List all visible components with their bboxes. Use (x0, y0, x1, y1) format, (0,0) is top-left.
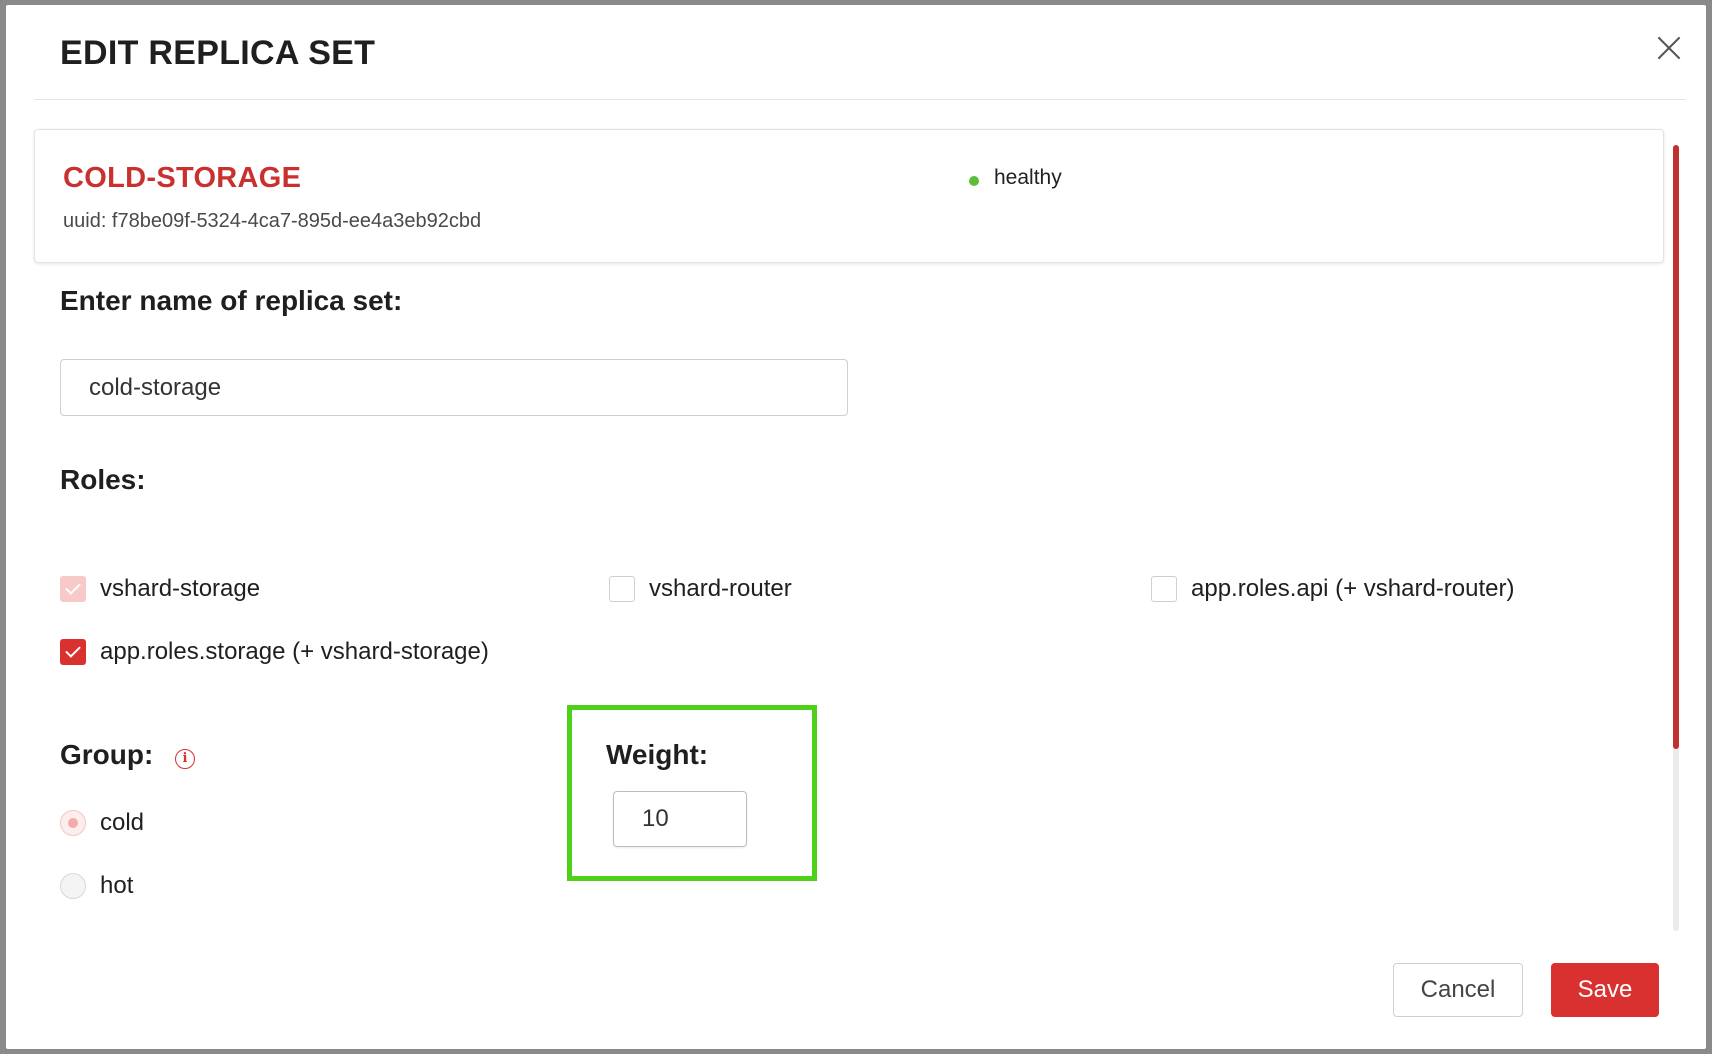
info-icon[interactable]: i (175, 749, 195, 769)
replicaset-name-input[interactable] (60, 359, 848, 416)
cancel-button[interactable]: Cancel (1393, 963, 1523, 1017)
checkbox[interactable] (60, 576, 86, 602)
save-button[interactable]: Save (1551, 963, 1659, 1017)
role-app-roles-api[interactable]: app.roles.api (+ vshard-router) (1151, 575, 1514, 603)
checkbox[interactable] (1151, 576, 1177, 602)
group-option-label: hot (100, 872, 134, 899)
group-label: Group: (60, 739, 154, 770)
role-label: vshard-router (649, 575, 792, 602)
role-vshard-storage[interactable]: vshard-storage (60, 575, 260, 603)
header-divider (34, 99, 1686, 100)
group-option-cold[interactable]: cold (60, 809, 144, 837)
checkbox[interactable] (60, 639, 86, 665)
checkbox[interactable] (609, 576, 635, 602)
close-icon[interactable] (1652, 31, 1686, 65)
role-label: vshard-storage (100, 575, 261, 602)
modal-title: EDIT REPLICA SET (60, 34, 376, 72)
replicaset-uuid: uuid: f78be09f-5324-4ca7-895d-ee4a3eb92c… (63, 210, 482, 232)
role-label: app.roles.api (+ vshard-router) (1191, 575, 1515, 602)
radio-button[interactable] (60, 873, 86, 899)
roles-label: Roles: (60, 464, 146, 495)
weight-label: Weight: (606, 739, 709, 770)
role-label: app.roles.storage (+ vshard-storage) (100, 638, 489, 665)
role-vshard-router[interactable]: vshard-router (609, 575, 792, 603)
role-app-roles-storage[interactable]: app.roles.storage (+ vshard-storage) (60, 638, 489, 666)
group-option-label: cold (100, 809, 145, 836)
group-option-hot[interactable]: hot (60, 872, 133, 900)
weight-input[interactable] (613, 791, 747, 847)
status-text: healthy (994, 166, 1062, 189)
radio-button[interactable] (60, 810, 86, 836)
name-field-label: Enter name of replica set: (60, 285, 403, 316)
edit-replica-set-dialog: EDIT REPLICA SET COLD-STORAGE uuid: f78b… (6, 5, 1706, 1049)
scrollbar-thumb[interactable] (1673, 145, 1679, 749)
status-dot-icon (969, 176, 979, 186)
replicaset-info-card: COLD-STORAGE uuid: f78be09f-5324-4ca7-89… (34, 129, 1664, 263)
replicaset-name: COLD-STORAGE (63, 162, 302, 194)
